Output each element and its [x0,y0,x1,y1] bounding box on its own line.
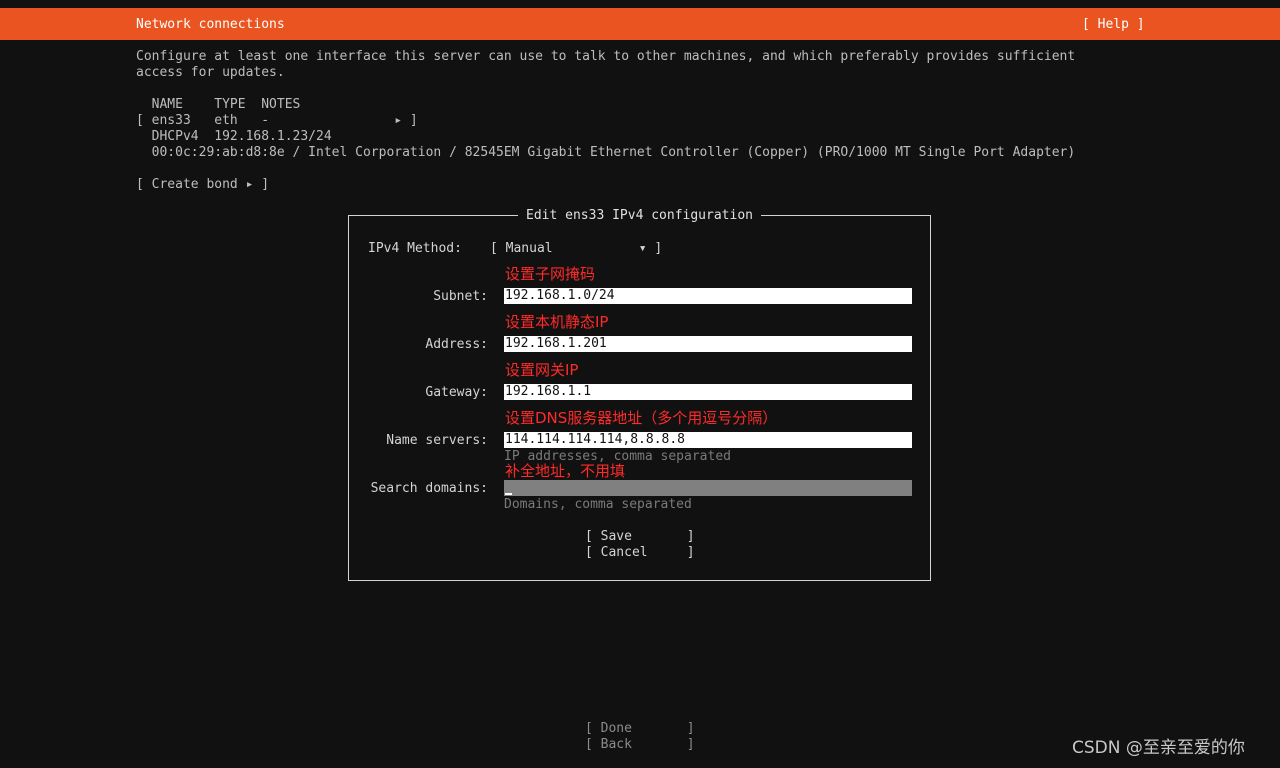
search-domains-annotation: 补全地址，不用填 [505,462,626,480]
subnet-annotation: 设置子网掩码 [505,265,596,283]
interface-row-ens33[interactable]: [ ens33 eth - ▸ ] [136,113,418,129]
create-bond-button[interactable]: [ Create bond ▸ ] [136,177,269,193]
done-button[interactable]: [ Done ] [585,721,695,737]
subnet-input[interactable]: 192.168.1.0/24 [504,288,912,304]
text-cursor [505,493,512,495]
dialog-title: Edit ens33 IPv4 configuration [518,208,761,224]
top-strip [0,0,1280,8]
search-domains-label: Search domains: [370,481,488,496]
address-label: Address: [425,337,488,352]
address-input[interactable]: 192.168.1.201 [504,336,912,352]
search-domains-hint: Domains, comma separated [504,497,692,512]
help-button[interactable]: [ Help ] [1082,17,1145,33]
address-annotation: 设置本机静态IP [505,313,609,331]
subnet-label: Subnet: [433,289,488,304]
gateway-input[interactable]: 192.168.1.1 [504,384,912,400]
nameservers-input[interactable]: 114.114.114.114,8.8.8.8 [504,432,912,448]
nameservers-annotation: 设置DNS服务器地址（多个用逗号分隔） [505,409,778,427]
watermark: CSDN @至亲至爱的你 [1072,738,1245,758]
interface-dhcp-info: DHCPv4 192.168.1.23/24 [136,129,332,144]
description-line-1: Configure at least one interface this se… [136,49,1076,64]
ipv4-method-label: IPv4 Method: [368,241,462,256]
search-domains-input[interactable] [504,480,912,496]
interfaces-header: NAME TYPE NOTES [136,97,301,112]
ipv4-method-select[interactable]: [ Manual ▾ ] [490,241,662,257]
nameservers-label: Name servers: [386,433,488,448]
gateway-annotation: 设置网关IP [505,361,579,379]
save-button[interactable]: [ Save ] [585,529,695,545]
cancel-button[interactable]: [ Cancel ] [585,545,695,561]
gateway-label: Gateway: [425,385,488,400]
page-title: Network connections [136,17,285,32]
interface-hw-info: 00:0c:29:ab:d8:8e / Intel Corporation / … [136,145,1076,160]
back-button[interactable]: [ Back ] [585,737,695,753]
description-line-2: access for updates. [136,65,285,80]
